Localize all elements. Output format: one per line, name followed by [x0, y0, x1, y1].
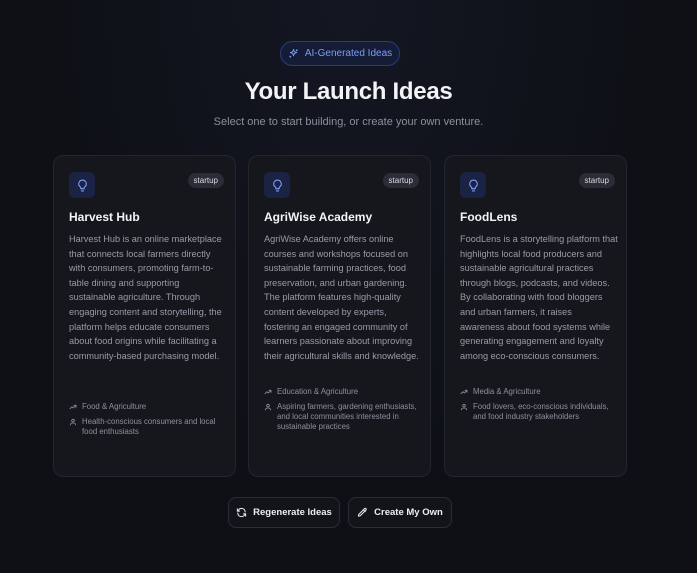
card-title: Harvest Hub — [69, 210, 140, 224]
card-icon-container — [264, 172, 290, 198]
lightbulb-icon — [272, 179, 282, 191]
card-description: Harvest Hub is an online marketplace tha… — [69, 234, 222, 361]
launch-ideas-page: AI-Generated Ideas Your Launch Ideas Sel… — [0, 0, 697, 573]
page-subtitle: Select one to start building, or create … — [213, 116, 484, 128]
card-description: FoodLens is a storytelling platform that… — [460, 234, 618, 361]
industry-label: Education & Agriculture — [277, 387, 359, 396]
audience-label: Aspiring farmers, gardening enthusiasts,… — [277, 402, 417, 431]
create-label: Create My Own — [374, 507, 443, 518]
startup-tag: startup — [187, 173, 224, 188]
card-industry: Education & Agriculture — [264, 387, 424, 397]
idea-card-agriwise-academy[interactable]: startup AgriWise Academy AgriWise Academ… — [248, 155, 431, 477]
audience-label: Food lovers, eco-conscious individuals, … — [473, 402, 609, 421]
user-icon — [460, 403, 468, 411]
user-icon — [69, 418, 77, 426]
trending-up-icon — [460, 389, 468, 395]
pencil-icon — [358, 507, 367, 517]
sparkles-icon — [289, 48, 298, 58]
idea-card-foodlens[interactable]: startup FoodLens FoodLens is a storytell… — [444, 155, 627, 477]
card-audience: Food lovers, eco-conscious individuals, … — [460, 402, 620, 422]
lightbulb-icon — [468, 179, 478, 191]
regenerate-ideas-button[interactable]: Regenerate Ideas — [228, 497, 340, 528]
badge-label: AI-Generated Ideas — [304, 48, 393, 59]
startup-tag: startup — [382, 173, 419, 188]
trending-up-icon — [69, 404, 77, 410]
card-audience: Aspiring farmers, gardening enthusiasts,… — [264, 402, 424, 432]
lightbulb-icon — [77, 179, 87, 191]
audience-label: Health-conscious consumers and local foo… — [82, 417, 216, 436]
industry-label: Media & Agriculture — [473, 387, 541, 396]
regenerate-label: Regenerate Ideas — [253, 507, 332, 518]
card-industry: Media & Agriculture — [460, 387, 620, 397]
user-icon — [264, 403, 272, 411]
startup-tag: startup — [578, 173, 615, 188]
card-description: AgriWise Academy offers online courses a… — [264, 234, 419, 361]
create-my-own-button[interactable]: Create My Own — [348, 497, 452, 528]
idea-card-harvest-hub[interactable]: startup Harvest Hub Harvest Hub is an on… — [53, 155, 236, 477]
card-audience: Health-conscious consumers and local foo… — [69, 417, 229, 437]
refresh-icon — [237, 507, 247, 518]
card-title: AgriWise Academy — [264, 210, 373, 224]
card-industry: Food & Agriculture — [69, 402, 229, 412]
card-title: FoodLens — [460, 210, 518, 224]
ai-generated-badge: AI-Generated Ideas — [280, 41, 400, 66]
trending-up-icon — [264, 389, 272, 395]
card-icon-container — [69, 172, 95, 198]
page-title: Your Launch Ideas — [244, 78, 453, 105]
card-icon-container — [460, 172, 486, 198]
industry-label: Food & Agriculture — [82, 402, 147, 411]
